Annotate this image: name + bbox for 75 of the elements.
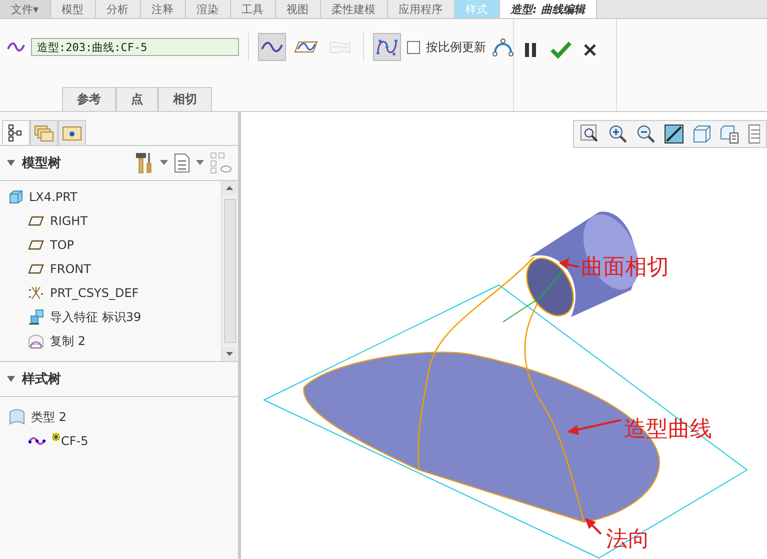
subtab[interactable]: 参考: [62, 87, 116, 111]
control-points-button[interactable]: [373, 33, 401, 61]
checkbox-label: 按比例更新: [426, 38, 486, 56]
surface-bridge-icon[interactable]: [492, 37, 514, 57]
surface-copy-icon: [28, 333, 44, 349]
saved-views-icon[interactable]: [720, 124, 740, 144]
leader-arrow: [559, 258, 580, 269]
control-points-icon: [375, 37, 399, 57]
panel-title: 模型树: [22, 155, 61, 172]
curve-name-field[interactable]: 造型:203:曲线:CF-5: [31, 38, 239, 56]
tree-item[interactable]: PRT_CSYS_DEF: [50, 286, 139, 300]
collapse-triangle-icon[interactable]: [6, 158, 16, 168]
annotation-label: 造型曲线: [624, 416, 712, 444]
dropdown-caret-icon[interactable]: [160, 160, 168, 166]
close-icon[interactable]: [584, 44, 596, 56]
free-curve-button[interactable]: [258, 33, 286, 61]
surface-curve-icon: [328, 39, 352, 55]
menu-tab[interactable]: 工具: [230, 0, 276, 18]
leader-arrow: [567, 419, 622, 435]
cube-view-icon[interactable]: [692, 124, 712, 144]
scroll-down-icon[interactable]: [222, 347, 237, 361]
scroll-up-icon[interactable]: [222, 181, 237, 195]
subtab[interactable]: 相切: [158, 87, 212, 111]
annotation-label: 法向: [606, 526, 650, 554]
plane-icon: [28, 264, 44, 274]
checkbox[interactable]: [407, 40, 420, 54]
annotation-label: 曲面相切: [581, 254, 669, 282]
dropdown-caret-icon[interactable]: [196, 160, 204, 166]
zoom-fit-icon[interactable]: [580, 124, 600, 144]
curve-icon: [28, 436, 46, 446]
tree-item[interactable]: CF-5: [61, 434, 88, 448]
menu-tab[interactable]: 渲染: [186, 0, 231, 18]
zoom-out-icon[interactable]: [636, 124, 656, 144]
cube-icon: [9, 190, 23, 204]
layers-icon[interactable]: [748, 124, 760, 144]
leader-arrow: [585, 518, 602, 535]
hammer-screwdriver-icon[interactable]: [134, 152, 154, 174]
menu-tab[interactable]: 应用程序: [388, 0, 455, 18]
menu-tab[interactable]: 造型: 曲线编辑: [500, 0, 597, 18]
tree-item[interactable]: 导入特征 标识39: [50, 308, 142, 326]
checkmark-icon[interactable]: [550, 41, 572, 59]
planar-curve-icon: [294, 39, 318, 55]
menu-tab[interactable]: 柔性建模: [320, 0, 388, 18]
pause-icon[interactable]: [524, 42, 538, 58]
style-surface-icon: [9, 409, 25, 425]
scrollbar[interactable]: [221, 181, 238, 361]
tree-item[interactable]: 复制 2: [50, 332, 86, 350]
tree-item[interactable]: 类型 2: [31, 408, 66, 426]
subtab[interactable]: 点: [116, 87, 158, 111]
list-icon[interactable]: [174, 153, 190, 173]
favorites-tab[interactable]: [58, 120, 86, 145]
folder-icon: [62, 125, 82, 141]
tree-item[interactable]: TOP: [50, 238, 74, 252]
import-feature-icon: [28, 309, 44, 325]
repaint-icon[interactable]: [664, 124, 684, 144]
menu-tab[interactable]: 注释: [140, 0, 186, 18]
menu-tab[interactable]: 视图: [276, 0, 321, 18]
menu-tab[interactable]: 文件▾: [0, 0, 51, 18]
menu-tab[interactable]: 模型: [50, 0, 96, 18]
panel-title: 样式树: [22, 371, 61, 388]
collapse-triangle-icon[interactable]: [6, 374, 16, 384]
tree-icon: [8, 124, 24, 142]
coordinate-system-icon: [28, 285, 44, 301]
tree-tab[interactable]: [2, 120, 30, 145]
curve-icon: [260, 39, 284, 55]
plane-icon: [28, 216, 44, 226]
folders-icon: [34, 124, 54, 142]
curve-icon: [7, 41, 25, 53]
tree-item[interactable]: RIGHT: [50, 214, 88, 228]
menu-tab[interactable]: 分析: [96, 0, 141, 18]
plane-icon: [28, 240, 44, 250]
zoom-in-icon[interactable]: [608, 124, 628, 144]
tree-filter-icon[interactable]: [210, 152, 232, 174]
tree-item[interactable]: LX4.PRT: [29, 190, 78, 204]
tree-item[interactable]: FRONT: [50, 262, 91, 276]
